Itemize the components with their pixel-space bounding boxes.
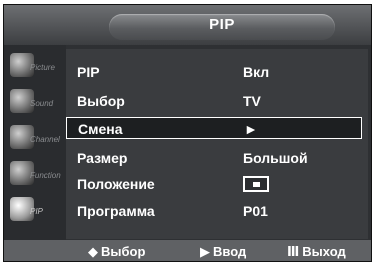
page-title: PIP — [209, 16, 235, 33]
menu-row-label: PIP — [77, 64, 100, 80]
menu-row-value: TV — [243, 93, 261, 109]
menu-row-label: Выбор — [77, 93, 125, 109]
sidebar-item-label: Picture — [30, 63, 55, 72]
menu-row-swap[interactable]: Смена ► — [66, 117, 362, 139]
menu-exit-icon: Ⅲ — [287, 244, 300, 259]
sidebar-item-sound[interactable]: Sound — [8, 87, 66, 119]
osd-menu: PIP Picture Sound Channel Function PIP P… — [3, 4, 372, 262]
nav-exit-label: Выход — [302, 244, 346, 259]
nav-select[interactable]: ◆ Выбор — [88, 244, 145, 260]
menu-row-size[interactable]: Размер Большой — [66, 147, 362, 169]
menu-row-label: Положение — [77, 176, 155, 192]
sidebar-item-label: Function — [30, 171, 61, 180]
enter-arrow-icon: ▶ — [200, 244, 210, 259]
menu-row-pip[interactable]: PIP Вкл — [66, 61, 362, 83]
sidebar: Picture Sound Channel Function PIP — [4, 45, 66, 241]
sidebar-item-channel[interactable]: Channel — [8, 123, 66, 155]
sidebar-item-label: PIP — [30, 207, 43, 216]
menu-row-value: Вкл — [243, 64, 270, 80]
nav-exit[interactable]: Ⅲ Выход — [287, 244, 346, 260]
position-box-icon — [243, 176, 269, 192]
menu-row-label: Смена — [78, 121, 123, 137]
bottom-nav: ◆ Выбор ▶ Ввод Ⅲ Выход — [4, 240, 371, 261]
menu-row-value: P01 — [243, 203, 268, 219]
up-down-arrow-icon: ◆ — [88, 244, 98, 259]
sidebar-item-label: Sound — [30, 99, 54, 108]
nav-select-label: Выбор — [101, 244, 146, 259]
nav-enter[interactable]: ▶ Ввод — [200, 244, 246, 260]
tv-screen: PIP Picture Sound Channel Function PIP P… — [0, 0, 376, 265]
menu-row-label: Программа — [77, 203, 155, 219]
sidebar-item-picture[interactable]: Picture — [8, 51, 66, 83]
menu-row-label: Размер — [77, 150, 128, 166]
menu-row-value: Большой — [243, 150, 308, 166]
sidebar-item-pip[interactable]: PIP — [8, 195, 66, 227]
menu-panel: PIP Вкл Выбор TV Смена ► Размер Большой … — [66, 49, 368, 239]
sidebar-item-function[interactable]: Function — [8, 159, 66, 191]
nav-enter-label: Ввод — [213, 244, 247, 259]
sidebar-item-label: Channel — [30, 135, 60, 144]
play-arrow-icon: ► — [244, 121, 258, 137]
menu-row-source[interactable]: Выбор TV — [66, 90, 362, 112]
menu-row-position[interactable]: Положение — [66, 173, 362, 195]
menu-row-program[interactable]: Программа P01 — [66, 200, 362, 222]
